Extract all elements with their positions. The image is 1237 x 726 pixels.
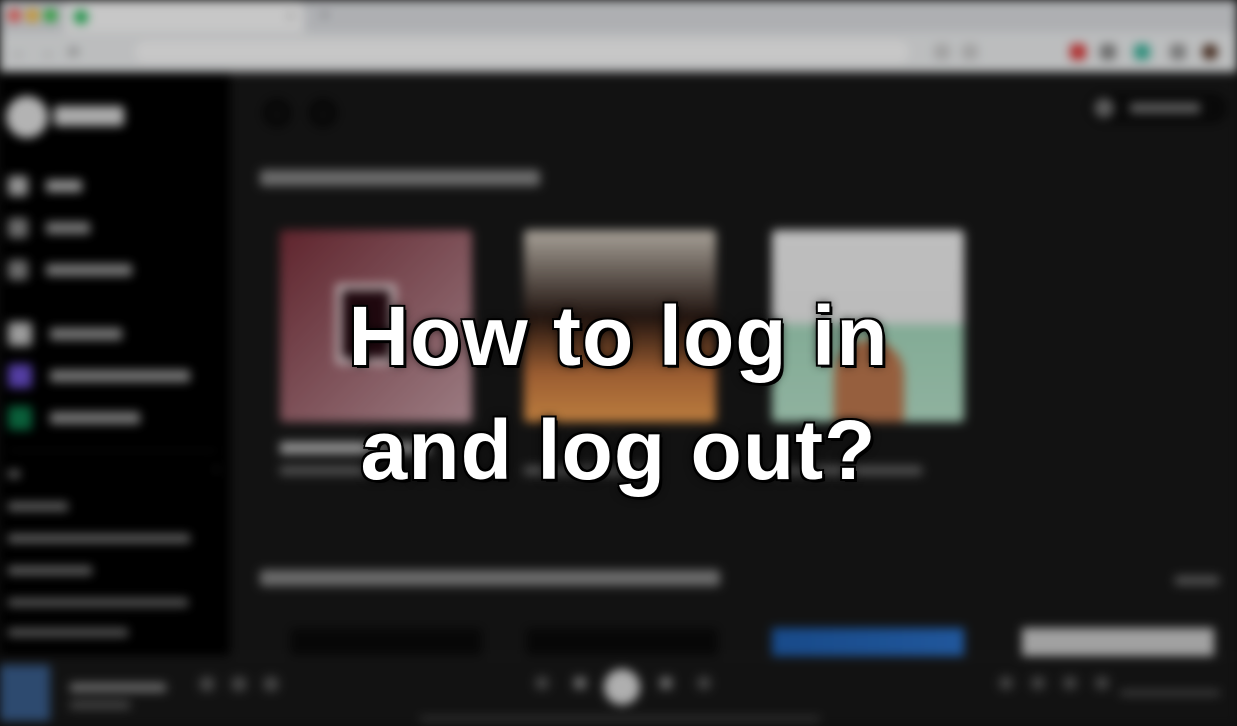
headline-line-2: and log out?: [360, 403, 877, 497]
headline-line-1: How to log in: [348, 289, 889, 383]
screenshot-stage: × + ← → ⟳ › ‹ › How to log in and log ou…: [0, 0, 1237, 726]
